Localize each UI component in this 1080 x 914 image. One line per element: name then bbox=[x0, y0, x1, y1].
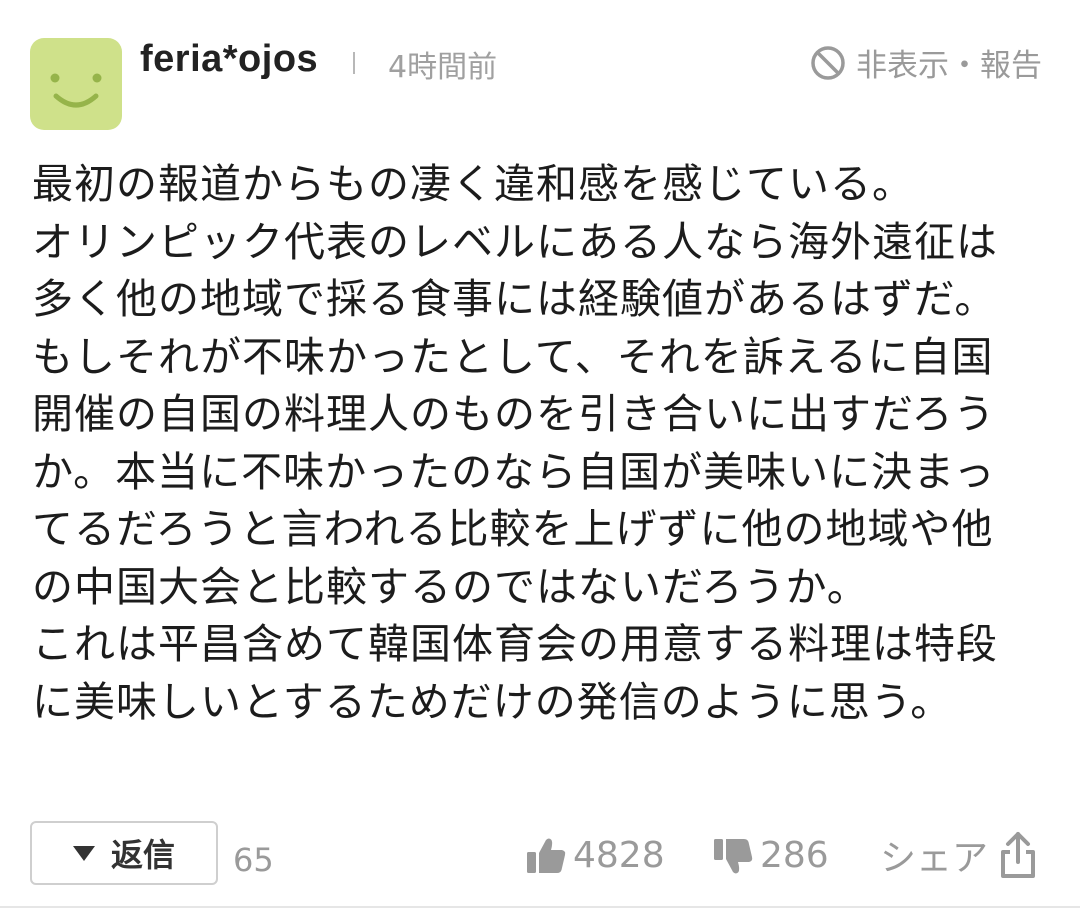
comment-line: てるだろうと言われる比較を上げずに他の地域や他 bbox=[32, 505, 994, 553]
share-label: シェア bbox=[880, 838, 989, 879]
reply-label: 返信 bbox=[110, 836, 175, 874]
prohibited-icon bbox=[811, 45, 845, 80]
share-button[interactable]: シェア bbox=[880, 829, 1038, 881]
comment-line: に美味しいとするためだけの発信のように思う。 bbox=[32, 677, 953, 726]
timestamp: 4時間前 bbox=[388, 50, 498, 85]
comment-line: か。本当に不味かったのなら自国が美味いに決まっ bbox=[32, 447, 996, 496]
hide-report-label: 非表示・報告 bbox=[856, 48, 1042, 84]
dislike-button[interactable]: 286 bbox=[712, 835, 829, 876]
comment-line: 多く他の地域で採る食事には経験値があるはずだ。 bbox=[32, 275, 997, 323]
divider bbox=[0, 906, 1080, 908]
avatar[interactable] bbox=[30, 38, 122, 130]
comment-line: オリンピック代表のレベルにある人なら海外遠征は bbox=[32, 217, 998, 266]
like-button[interactable]: 4828 bbox=[525, 835, 665, 876]
thumbs-down-icon bbox=[714, 838, 753, 873]
username[interactable]: feria*ojos bbox=[140, 38, 318, 81]
like-count: 4828 bbox=[573, 835, 665, 876]
comment-footer: 返信 65 4828 286 シェア bbox=[0, 815, 1080, 895]
thumbs-up-icon bbox=[527, 838, 566, 873]
comment-body: 最初の報道からもの凄く違和感を感じている。 オリンピック代表のレベルにある人なら… bbox=[32, 156, 1062, 731]
hide-report-button[interactable]: 非表示・報告 bbox=[810, 40, 1042, 85]
dislike-count: 286 bbox=[760, 835, 829, 876]
separator bbox=[353, 52, 355, 74]
reply-count: 65 bbox=[233, 841, 274, 879]
comment-line: これは平昌含めて韓国体育会の用意する料理は特段 bbox=[32, 620, 998, 668]
reply-button[interactable]: 返信 bbox=[30, 821, 218, 885]
comment-line: の中国大会と比較するのではないだろうか。 bbox=[32, 562, 869, 611]
comment-line: もしそれが不味かったとして、それを訴えるに自国 bbox=[32, 332, 994, 381]
share-icon bbox=[1001, 832, 1036, 878]
comment-line: 開催の自国の料理人のものを引き合いに出すだろう bbox=[32, 390, 996, 438]
comment-line: 最初の報道からもの凄く違和感を感じている。 bbox=[32, 160, 914, 208]
smiley-face-icon bbox=[50, 73, 102, 108]
comment-header: feria*ojos 4時間前 非表示・報告 bbox=[0, 0, 1080, 140]
triangle-down-icon bbox=[72, 845, 95, 861]
